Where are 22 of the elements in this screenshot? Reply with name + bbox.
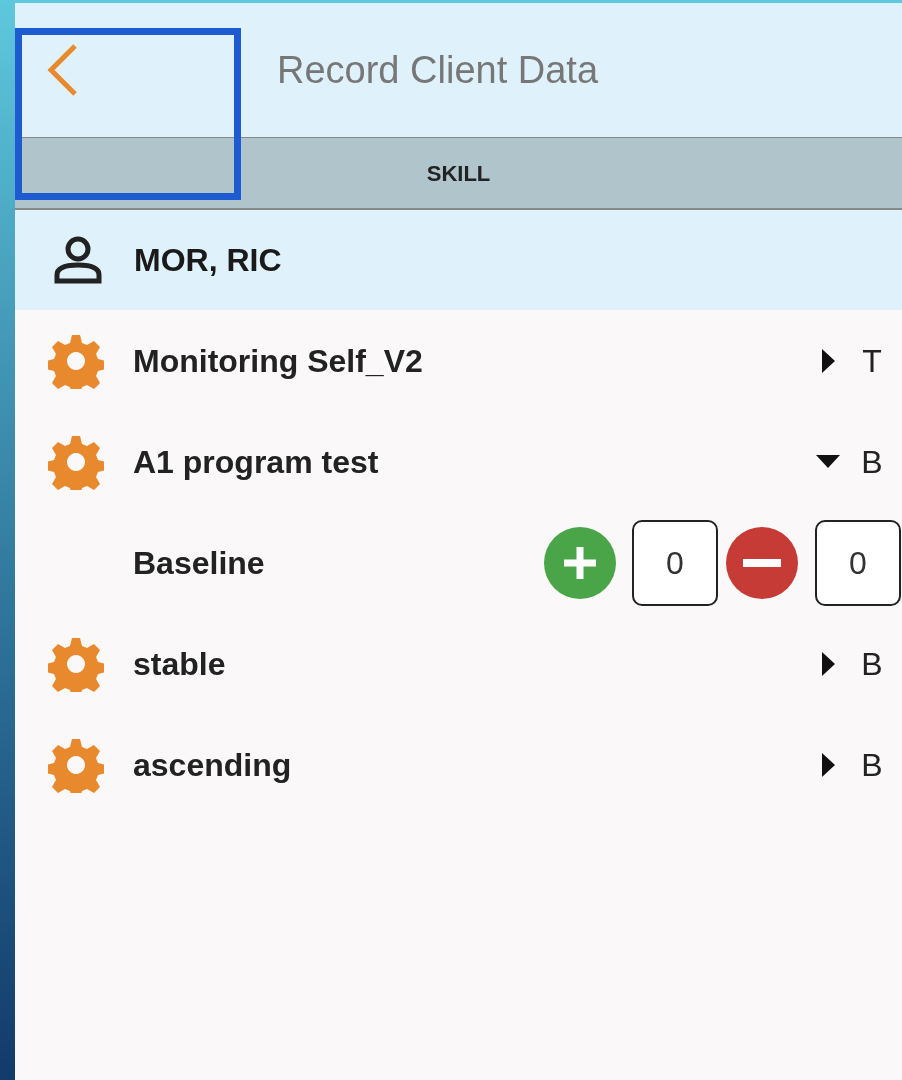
program-letter: T [861, 341, 883, 381]
program-letter: B [860, 745, 884, 785]
client-name: MOR, RIC [134, 241, 282, 280]
back-icon [45, 43, 79, 97]
program-name[interactable]: ascending [133, 740, 814, 789]
gear-icon [48, 635, 104, 692]
gear-icon [48, 332, 104, 389]
program-name[interactable]: Monitoring Self_V2 [133, 336, 814, 385]
tab[interactable]: SKILL [15, 138, 902, 208]
screen-title: Record Client Data [277, 47, 599, 93]
gear-icon [48, 433, 104, 490]
program-name[interactable]: stable [133, 639, 814, 688]
program-letter: B [860, 442, 884, 482]
gear-icon [48, 736, 104, 793]
program-name[interactable]: A1 program test [133, 437, 814, 486]
program-letter: B [860, 644, 884, 684]
phase-name: Baseline [133, 543, 266, 583]
count-field[interactable]: 0 [815, 519, 901, 606]
minus-icon [743, 558, 781, 567]
count-field[interactable]: 0 [632, 519, 718, 606]
person-icon [53, 235, 103, 285]
plus-icon [562, 544, 598, 581]
